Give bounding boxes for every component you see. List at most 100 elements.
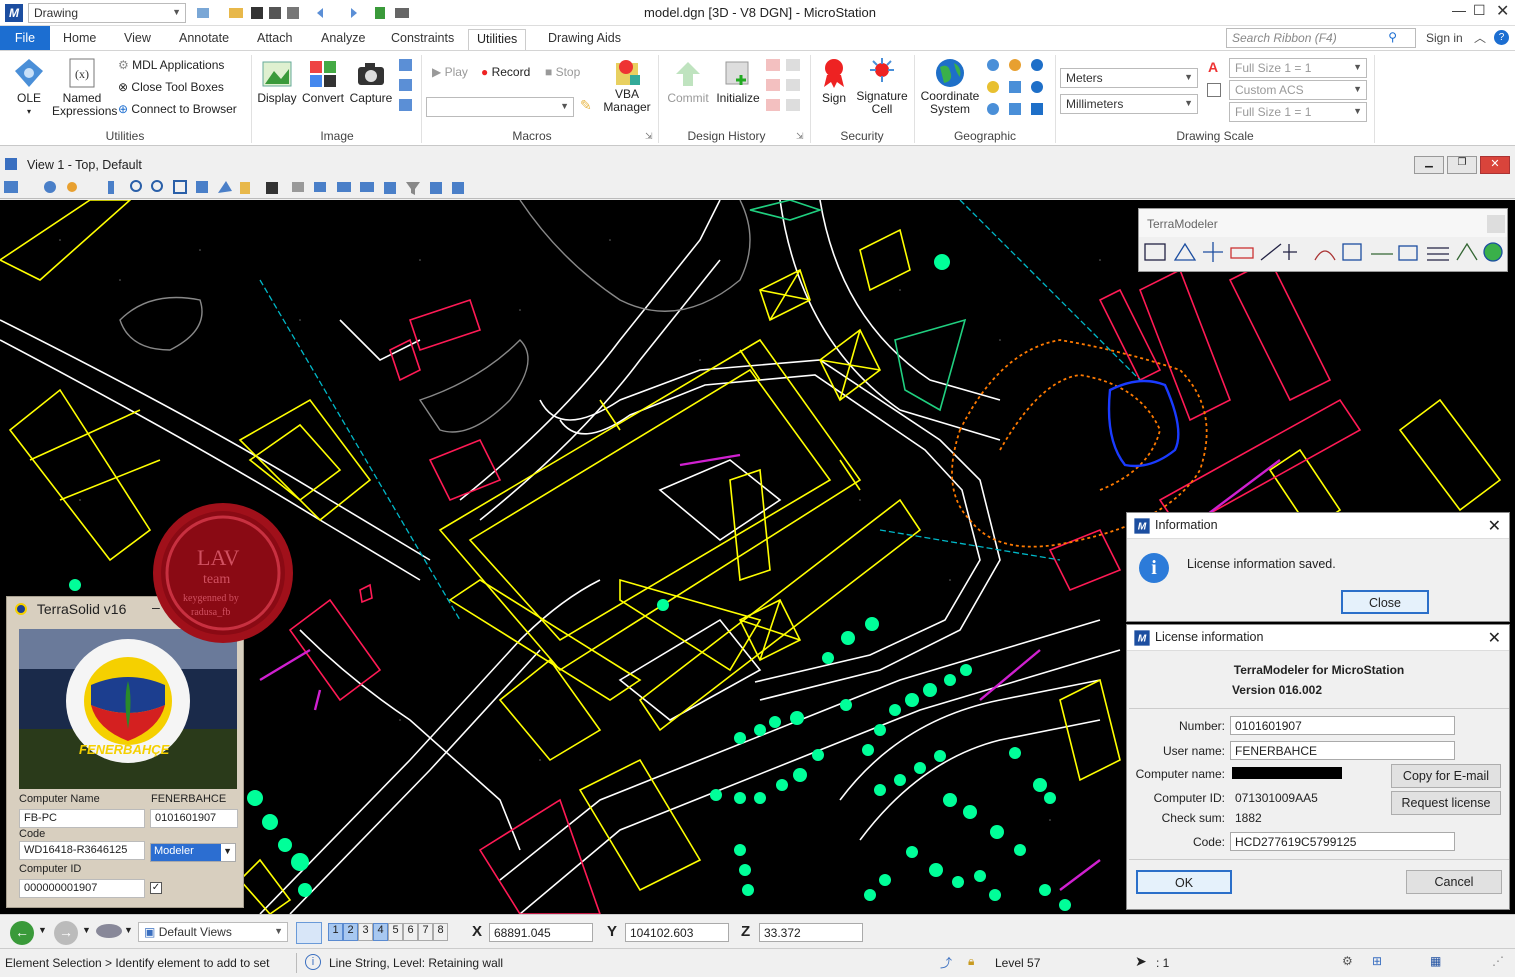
view-3-button[interactable]: 3 — [358, 923, 373, 941]
computer-id-field[interactable]: 000000001907 — [19, 879, 145, 898]
microstation-logo[interactable]: M — [5, 4, 23, 22]
view-8-button[interactable]: 8 — [433, 923, 448, 941]
minimize-icon[interactable]: — — [1452, 2, 1466, 18]
geographic-small-icons[interactable] — [984, 57, 1050, 119]
tab-drawing-aids[interactable]: Drawing Aids — [540, 29, 629, 50]
initialize-button[interactable]: Initialize — [714, 59, 762, 105]
terramodeler-tools[interactable] — [1143, 240, 1503, 266]
view-restore-icon[interactable]: ❐ — [1447, 156, 1477, 174]
primary-unit-select[interactable]: Meters ▼ — [1060, 68, 1198, 88]
view-6-button[interactable]: 6 — [403, 923, 418, 941]
search-ribbon-input[interactable]: Search Ribbon (F4) ⚲ — [1226, 28, 1416, 48]
toolbar-close-icon[interactable] — [1487, 215, 1505, 233]
detail-scale-select[interactable]: Full Size 1 = 1 ▼ — [1229, 102, 1367, 122]
snap-mode-icon[interactable]: ⊞ — [1372, 954, 1382, 968]
resize-grip-icon[interactable]: ⋰ — [1492, 954, 1504, 968]
vba-manager-button[interactable]: VBA Manager — [602, 57, 652, 114]
z-coordinate-field[interactable]: 33.372 — [759, 923, 863, 942]
text-scale-icon[interactable]: A — [1208, 59, 1218, 75]
capture-button[interactable]: Capture — [348, 59, 394, 105]
product-select[interactable]: Modeler ▼ — [150, 843, 236, 862]
tab-home[interactable]: Home — [55, 29, 104, 50]
tab-file[interactable]: File — [0, 26, 50, 50]
annotation-scale-select[interactable]: Full Size 1 = 1 ▼ — [1229, 58, 1367, 78]
saved-views-select[interactable]: ▣ Default Views ▼ — [138, 922, 288, 942]
dialog-launcher-icon[interactable]: ⇲ — [796, 131, 804, 142]
chevron-down-icon[interactable]: ▼ — [124, 925, 133, 935]
user-name-field[interactable]: FENERBAHCE — [1230, 741, 1455, 760]
quick-access-icons[interactable] — [193, 5, 433, 21]
design-history-small-icons[interactable] — [764, 57, 804, 119]
view-2-button[interactable]: 2 — [343, 923, 358, 941]
view-disc-icon[interactable] — [96, 924, 122, 938]
dialog-launcher-icon[interactable]: ⇲ — [645, 131, 653, 142]
convert-button[interactable]: Convert — [300, 59, 346, 105]
connect-to-browser-button[interactable]: ⊕ Connect to Browser — [118, 102, 237, 116]
close-icon[interactable]: ✕ — [1496, 1, 1509, 21]
image-small-icons[interactable] — [398, 57, 414, 117]
display-button[interactable]: Display — [257, 59, 297, 105]
view-4-button[interactable]: 4 — [373, 923, 388, 941]
collapse-ribbon-icon[interactable]: ︿ — [1474, 29, 1486, 46]
view-7-button[interactable]: 7 — [418, 923, 433, 941]
sign-in-link[interactable]: Sign in — [1426, 31, 1463, 45]
copy-for-email-button[interactable]: Copy for E-mail — [1391, 764, 1501, 788]
forward-arrow-icon[interactable]: → — [54, 921, 78, 945]
macro-select[interactable]: ▼ — [426, 97, 574, 117]
named-expressions-button[interactable]: (x) Named Expressions — [52, 57, 117, 118]
stop-macro-button[interactable]: ■ Stop — [545, 65, 580, 79]
confirm-checkbox[interactable]: ✓ — [150, 882, 162, 894]
sign-button[interactable]: Sign — [816, 57, 852, 105]
workflow-select[interactable]: Drawing ▼ — [28, 3, 186, 23]
ole-button[interactable]: OLE ▾ — [12, 57, 46, 118]
view-close-icon[interactable]: ✕ — [1480, 156, 1510, 174]
code-field[interactable]: HCD277619C5799125 — [1230, 832, 1455, 851]
coordinate-system-button[interactable]: Coordinate System — [918, 57, 982, 116]
view-5-button[interactable]: 5 — [388, 923, 403, 941]
signature-cell-button[interactable]: Signature Cell — [856, 57, 908, 116]
tab-analyze[interactable]: Analyze — [313, 29, 373, 50]
request-license-button[interactable]: Request license — [1391, 791, 1501, 815]
design-file-icon[interactable]: ▦ — [1430, 954, 1441, 968]
views-window-icon[interactable] — [296, 922, 322, 944]
tab-utilities[interactable]: Utilities — [468, 29, 527, 50]
pc-name-field[interactable]: FB-PC — [19, 809, 145, 828]
cancel-button[interactable]: Cancel — [1406, 870, 1502, 894]
view-minimize-icon[interactable]: ▁ — [1414, 156, 1444, 174]
snap-icon[interactable]: ⤴ — [940, 954, 952, 971]
pencil-icon[interactable]: ✎ — [580, 97, 592, 114]
license-number-field[interactable]: 0101601907 — [150, 809, 238, 828]
camera-view-icon — [314, 182, 326, 192]
x-coordinate-field[interactable]: 68891.045 — [489, 923, 593, 942]
close-tool-boxes-button[interactable]: ⊗ Close Tool Boxes — [118, 80, 224, 94]
info-icon[interactable]: i — [305, 954, 321, 970]
commit-button[interactable]: Commit — [664, 59, 712, 105]
view-toolbar[interactable] — [4, 179, 474, 197]
secondary-unit-select[interactable]: Millimeters ▼ — [1060, 94, 1198, 114]
tab-attach[interactable]: Attach — [249, 29, 300, 50]
tab-annotate[interactable]: Annotate — [171, 29, 237, 50]
chevron-down-icon[interactable]: ▼ — [82, 925, 91, 935]
back-arrow-icon[interactable]: ← — [10, 921, 34, 945]
tab-constraints[interactable]: Constraints — [383, 29, 462, 50]
code-field[interactable]: WD16418-R3646125 — [19, 841, 145, 860]
mdl-applications-button[interactable]: ⚙ MDL Applications — [118, 58, 224, 72]
help-icon[interactable]: ? — [1494, 30, 1509, 45]
maximize-icon[interactable]: ☐ — [1473, 2, 1486, 19]
play-macro-button[interactable]: ▶ Play — [432, 65, 468, 79]
tab-view[interactable]: View — [116, 29, 159, 50]
record-macro-button[interactable]: ● Record — [481, 65, 530, 79]
view-1-button[interactable]: 1 — [328, 923, 343, 941]
ok-button[interactable]: OK — [1136, 870, 1232, 894]
active-level[interactable]: Level 57 — [995, 956, 1040, 970]
y-coordinate-field[interactable]: 104102.603 — [625, 923, 729, 942]
close-icon[interactable]: ✕ — [1488, 628, 1501, 648]
scale-lock-icon[interactable] — [1207, 83, 1221, 97]
number-field[interactable]: 0101601907 — [1230, 716, 1455, 735]
chevron-down-icon[interactable]: ▼ — [38, 925, 47, 935]
lock-icon[interactable]: 🔒︎ — [968, 954, 974, 969]
close-icon[interactable]: ✕ — [1488, 516, 1501, 536]
acs-select[interactable]: Custom ACS ▼ — [1229, 80, 1367, 100]
info-close-button[interactable]: Close — [1341, 590, 1429, 614]
settings-icon[interactable]: ⚙ — [1342, 954, 1353, 968]
